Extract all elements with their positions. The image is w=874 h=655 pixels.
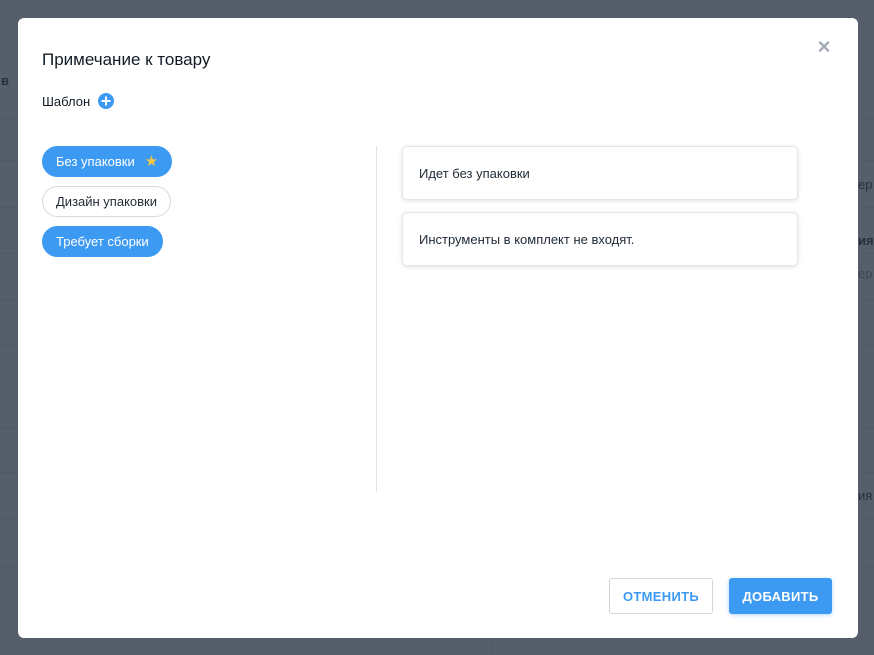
template-chip-packaging-design[interactable]: Дизайн упаковки	[42, 186, 171, 217]
product-note-dialog: × Примечание к товару Шаблон Без упаковк…	[18, 18, 858, 638]
template-label: Шаблон	[42, 93, 91, 109]
chip-label: Без упаковки	[56, 154, 135, 169]
template-chip-list: Без упаковки ★ Дизайн упаковки Требует с…	[42, 146, 173, 257]
star-icon[interactable]: ★	[145, 154, 158, 169]
chip-label: Дизайн упаковки	[56, 194, 157, 209]
template-header: Шаблон	[42, 93, 115, 109]
template-chip-needs-assembly[interactable]: Требует сборки	[42, 226, 163, 257]
note-text: Идет без упаковки	[419, 165, 530, 181]
add-template-plus-icon[interactable]	[98, 93, 115, 109]
template-chip-no-packaging[interactable]: Без упаковки ★	[42, 146, 173, 177]
cancel-button[interactable]: ОТМЕНИТЬ	[609, 578, 713, 614]
note-text: Инструменты в комплект не входят.	[419, 231, 635, 247]
column-divider	[376, 146, 377, 492]
close-icon[interactable]: ×	[816, 36, 832, 58]
note-list: Идет без упаковки Инструменты в комплект…	[402, 146, 798, 266]
chip-label: Требует сборки	[56, 234, 149, 249]
add-button[interactable]: ДОБАВИТЬ	[729, 578, 832, 614]
note-card[interactable]: Идет без упаковки	[402, 146, 798, 200]
dialog-title: Примечание к товару	[42, 50, 211, 69]
note-card[interactable]: Инструменты в комплект не входят.	[402, 212, 798, 266]
